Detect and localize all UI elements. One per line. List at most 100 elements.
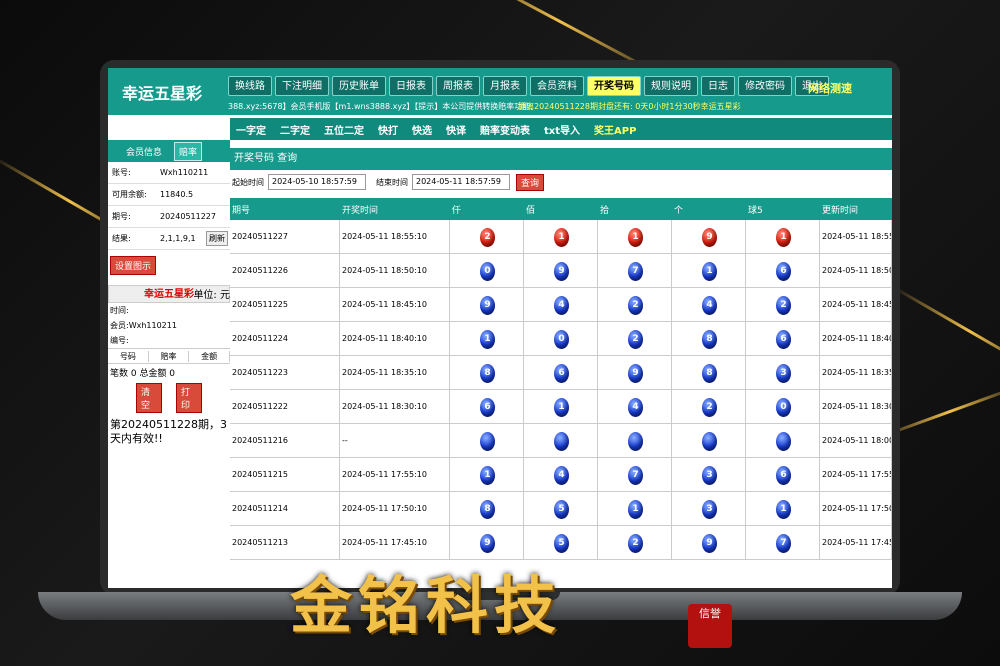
subnav-item[interactable]: 一字定	[236, 122, 266, 137]
subnav-item[interactable]: 奖王APP	[594, 122, 636, 137]
updated-time-cell: 2024-05-11 18:40:11	[820, 322, 892, 356]
lottery-ball: 4	[702, 295, 717, 315]
ball-cell: 2	[598, 288, 672, 322]
results-table-header: 期号 开奖时间 仟 佰 拾 个 球5 更新时间	[230, 198, 892, 220]
balance-label: 可用余额:	[112, 190, 147, 199]
nav-item[interactable]: 修改密码	[738, 76, 792, 96]
subnav-item[interactable]: 快译	[446, 122, 466, 137]
lottery-ball: 0	[480, 261, 495, 281]
lottery-ball: 4	[628, 397, 643, 417]
lottery-ball: 6	[480, 397, 495, 417]
col-amount: 金额	[189, 350, 231, 362]
table-row: 20240511224 2024-05-11 18:40:10 1 0 2 8 6 2024-…	[230, 322, 892, 356]
lottery-ball: 1	[776, 499, 791, 519]
subnav-item[interactable]: 二字定	[280, 122, 310, 137]
period-cell: 20240511216	[230, 424, 340, 458]
updated-time-cell: 2024-05-11 18:30:11	[820, 390, 892, 424]
updated-time-cell: 2024-05-11 18:50:13	[820, 254, 892, 288]
ball-cell: 4	[524, 288, 598, 322]
nav-item[interactable]: 开奖号码	[587, 76, 641, 96]
nav-item[interactable]: 月报表	[483, 76, 527, 96]
table-row: 20240511216-- 2024-05-11 18:00:16	[230, 424, 892, 458]
updated-time-cell: 2024-05-11 17:55:11	[820, 458, 892, 492]
table-row: 20240511225 2024-05-11 18:45:10 9 4 2 4 2 2024-…	[230, 288, 892, 322]
ball-cell: 2	[598, 526, 672, 560]
start-label: 起始时间	[232, 177, 264, 187]
lottery-ball: 6	[776, 261, 791, 281]
nav-item[interactable]: 日志	[701, 76, 735, 96]
lottery-ball: 5	[554, 499, 569, 519]
draw-time-cell: 2024-05-11 18:30:10	[340, 390, 450, 424]
serial-label: 编号:	[110, 336, 129, 345]
network-test-link[interactable]: 网络测速	[808, 80, 852, 96]
result-value: 2,1,1,9,1	[160, 234, 196, 243]
lottery-ball: 2	[628, 295, 643, 315]
lottery-ball: 2	[702, 397, 717, 417]
result-row: 结果: 2,1,1,9,1 刷新	[108, 228, 230, 250]
table-row: 20240511215 2024-05-11 17:55:10 1 4 7 3 6 2024-…	[230, 458, 892, 492]
column-header: 拾	[600, 205, 610, 216]
column-header: 球5	[748, 205, 763, 216]
subnav-item[interactable]: 快打	[378, 122, 398, 137]
ball-cell: 6	[450, 390, 524, 424]
nav-item[interactable]: 周报表	[436, 76, 480, 96]
nav-item[interactable]: 历史账单	[332, 76, 386, 96]
subnav-item[interactable]: 五位二定	[324, 122, 364, 137]
print-button[interactable]: 打印	[176, 383, 202, 413]
lottery-ball: 9	[628, 363, 643, 383]
settings-button[interactable]: 设置图示	[110, 256, 157, 275]
tab-member-info[interactable]: 会员信息	[122, 143, 166, 160]
end-label: 结束时间	[376, 177, 408, 187]
lottery-ball: 0	[554, 329, 569, 349]
account-value: Wxh110211	[160, 168, 209, 177]
lottery-ball	[628, 431, 643, 451]
subnav-item[interactable]: txt导入	[544, 122, 580, 137]
subnav-item[interactable]: 赔率变动表	[480, 122, 530, 137]
ball-cell: 9	[450, 288, 524, 322]
clear-button[interactable]: 清空	[136, 383, 162, 413]
table-row: 20240511227 2024-05-11 18:55:10 2 1 1 9 1 2024-…	[230, 220, 892, 254]
period-cell: 20240511223	[230, 356, 340, 390]
period-row: 期号: 20240511227	[108, 206, 230, 228]
draw-time-cell: 2024-05-11 18:50:10	[340, 254, 450, 288]
draw-time-cell: 2024-05-11 17:50:10	[340, 492, 450, 526]
lottery-ball: 1	[628, 499, 643, 519]
nav-item[interactable]: 日报表	[389, 76, 433, 96]
ball-cell: 6	[746, 322, 820, 356]
refresh-button[interactable]: 刷新	[206, 231, 228, 246]
ball-cell	[672, 424, 746, 458]
lottery-ball: 3	[702, 499, 717, 519]
lottery-ball: 2	[776, 295, 791, 315]
ball-cell: 1	[524, 390, 598, 424]
column-header: 更新时间	[822, 205, 859, 216]
bet-slip-header: 号码 赔率 金额	[108, 348, 231, 364]
col-odds: 赔率	[149, 350, 190, 362]
account-label: 账号:	[112, 168, 131, 177]
lottery-ball: 2	[480, 227, 495, 247]
ball-cell: 2	[598, 322, 672, 356]
draw-time-cell: --	[340, 424, 450, 458]
decor-streak	[891, 285, 1000, 378]
ball-cell: 8	[672, 322, 746, 356]
query-button[interactable]: 查询	[516, 173, 545, 191]
ball-cell	[524, 424, 598, 458]
nav-item[interactable]: 换线路	[228, 76, 272, 96]
nav-item[interactable]: 会员资料	[530, 76, 584, 96]
laptop-frame: 幸运五星彩 换线路 下注明细 历史账单 日报表 周报表 月报表 会员资料 开奖号码 规则说明 日志…	[100, 60, 900, 595]
member-label: 会员:Wxh110211	[110, 321, 177, 330]
ball-cell: 1	[746, 220, 820, 254]
tab-odds[interactable]: 赔率	[174, 141, 203, 161]
end-time-input[interactable]: 2024-05-11 18:57:59	[412, 174, 510, 190]
table-row: 20240511222 2024-05-11 18:30:10 6 1 4 2 0 2024-…	[230, 390, 892, 424]
start-time-input[interactable]: 2024-05-10 18:57:59	[268, 174, 366, 190]
ball-cell: 1	[746, 492, 820, 526]
lottery-ball: 1	[628, 227, 643, 247]
ball-cell	[598, 424, 672, 458]
table-row: 20240511226 2024-05-11 18:50:10 0 9 7 1 6 2024-…	[230, 254, 892, 288]
nav-item[interactable]: 规则说明	[644, 76, 698, 96]
nav-item[interactable]: 下注明细	[275, 76, 329, 96]
subnav-item[interactable]: 快选	[412, 122, 432, 137]
results-table-body: 20240511227 2024-05-11 18:55:10 2 1 1 9 1 2024-…	[230, 220, 892, 560]
lottery-ball	[776, 431, 791, 451]
lottery-ball: 6	[554, 363, 569, 383]
